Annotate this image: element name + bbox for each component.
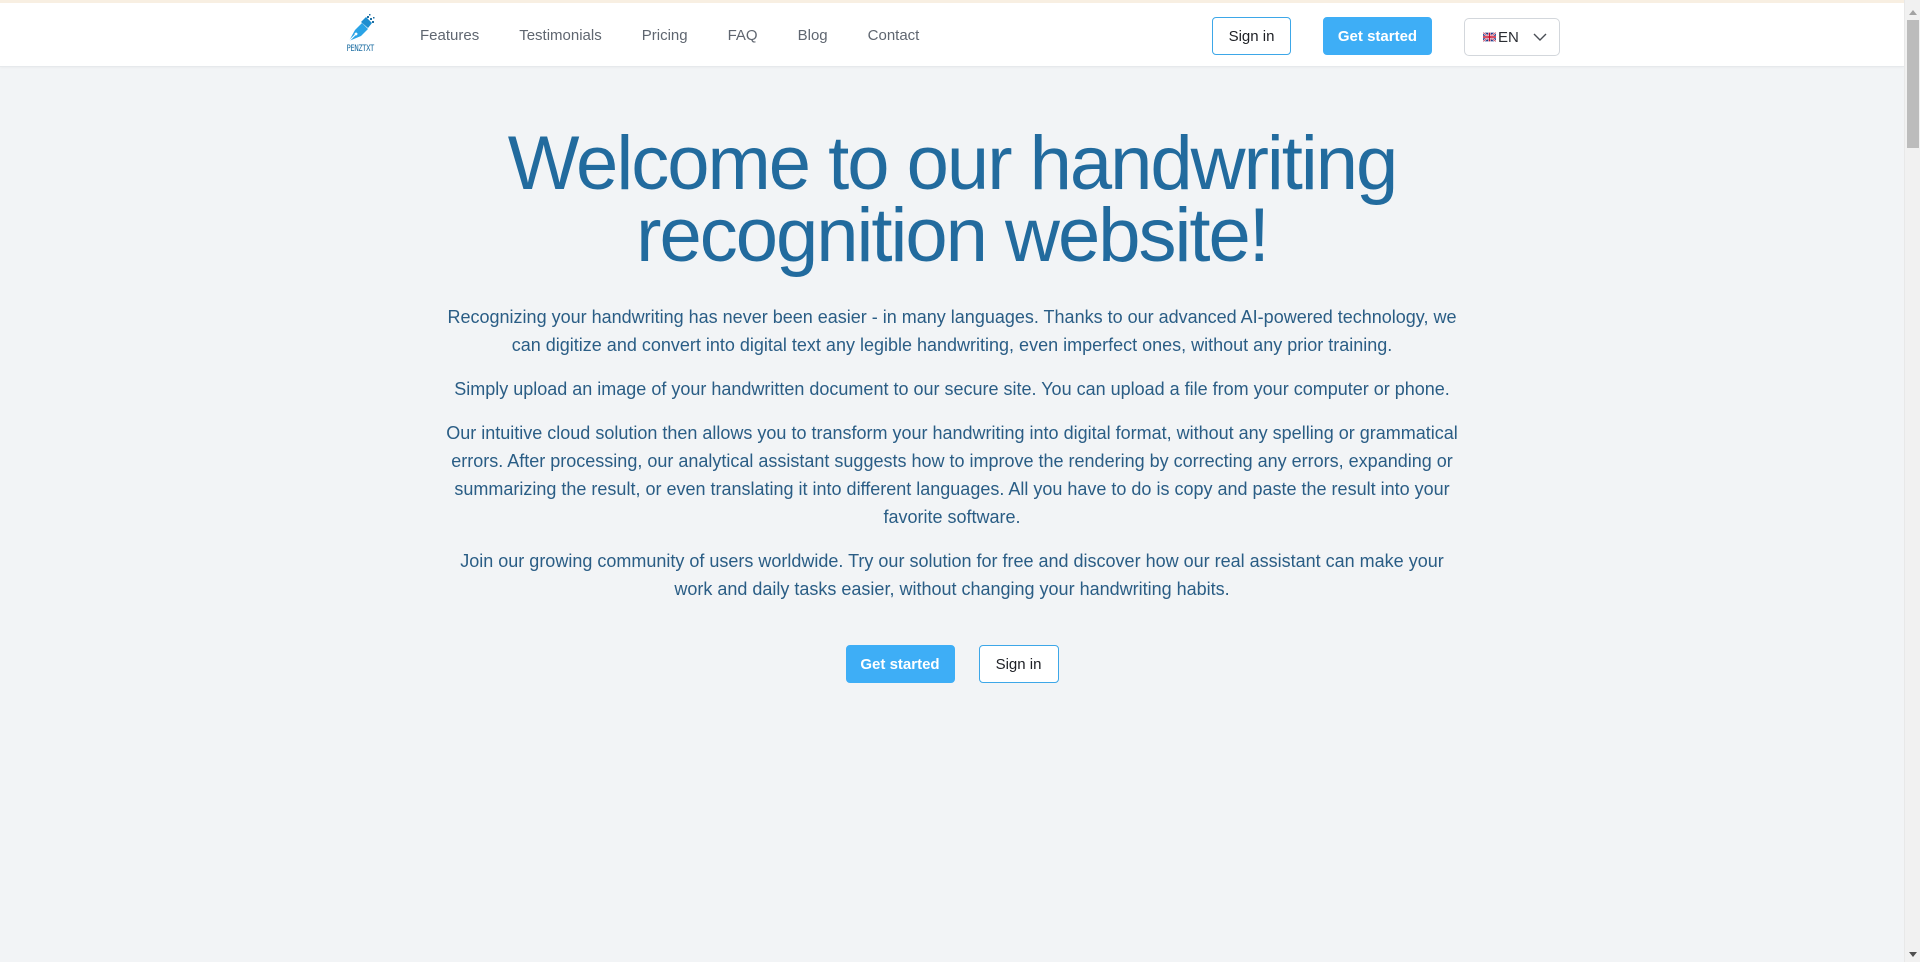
hero-get-started-button[interactable]: Get started — [845, 645, 955, 683]
hero-paragraph-4: Join our growing community of users worl… — [460, 551, 1444, 599]
nav-link-pricing[interactable]: Pricing — [642, 27, 688, 44]
page-title: Welcome to our handwriting recognition w… — [507, 121, 1399, 278]
nav-link-faq[interactable]: FAQ — [728, 27, 758, 44]
fountain-pen-logo-icon — [348, 14, 375, 42]
nav-link-features[interactable]: Features — [420, 27, 479, 44]
vertical-scrollbar[interactable] — [1904, 0, 1920, 962]
language-select[interactable]: EN — [1464, 18, 1560, 56]
logo-text: PENZTXT — [346, 44, 374, 54]
main-nav: Features Testimonials Pricing FAQ Blog C… — [420, 3, 919, 67]
chevron-down-icon — [1533, 33, 1547, 41]
hero-paragraph-3: Our intuitive cloud solution then allows… — [446, 423, 1458, 527]
uk-flag-icon — [1483, 32, 1496, 42]
hero-paragraph-2: Simply upload an image of your handwritt… — [454, 379, 1450, 399]
hero-sign-in-button[interactable]: Sign in — [978, 645, 1059, 683]
nav-link-contact[interactable]: Contact — [868, 27, 920, 44]
nav-get-started-button[interactable]: Get started — [1323, 17, 1432, 55]
scrollbar-thumb[interactable] — [1907, 20, 1919, 148]
language-label: EN — [1498, 28, 1519, 46]
nav-sign-in-button[interactable]: Sign in — [1212, 17, 1291, 55]
logo[interactable]: PENZTXT — [341, 13, 379, 59]
hero-cta-group: Get started Sign in — [845, 645, 1059, 683]
hero-paragraph-1: Recognizing your handwriting has never b… — [447, 307, 1457, 355]
nav-link-blog[interactable]: Blog — [798, 27, 828, 44]
hero-section: Welcome to our handwriting recognition w… — [0, 67, 1904, 683]
scroll-up-arrow-icon[interactable] — [1905, 4, 1920, 20]
nav-link-testimonials[interactable]: Testimonials — [519, 27, 602, 44]
navbar: PENZTXT Features Testimonials Pricing FA… — [0, 3, 1904, 67]
scroll-down-arrow-icon[interactable] — [1905, 946, 1920, 962]
